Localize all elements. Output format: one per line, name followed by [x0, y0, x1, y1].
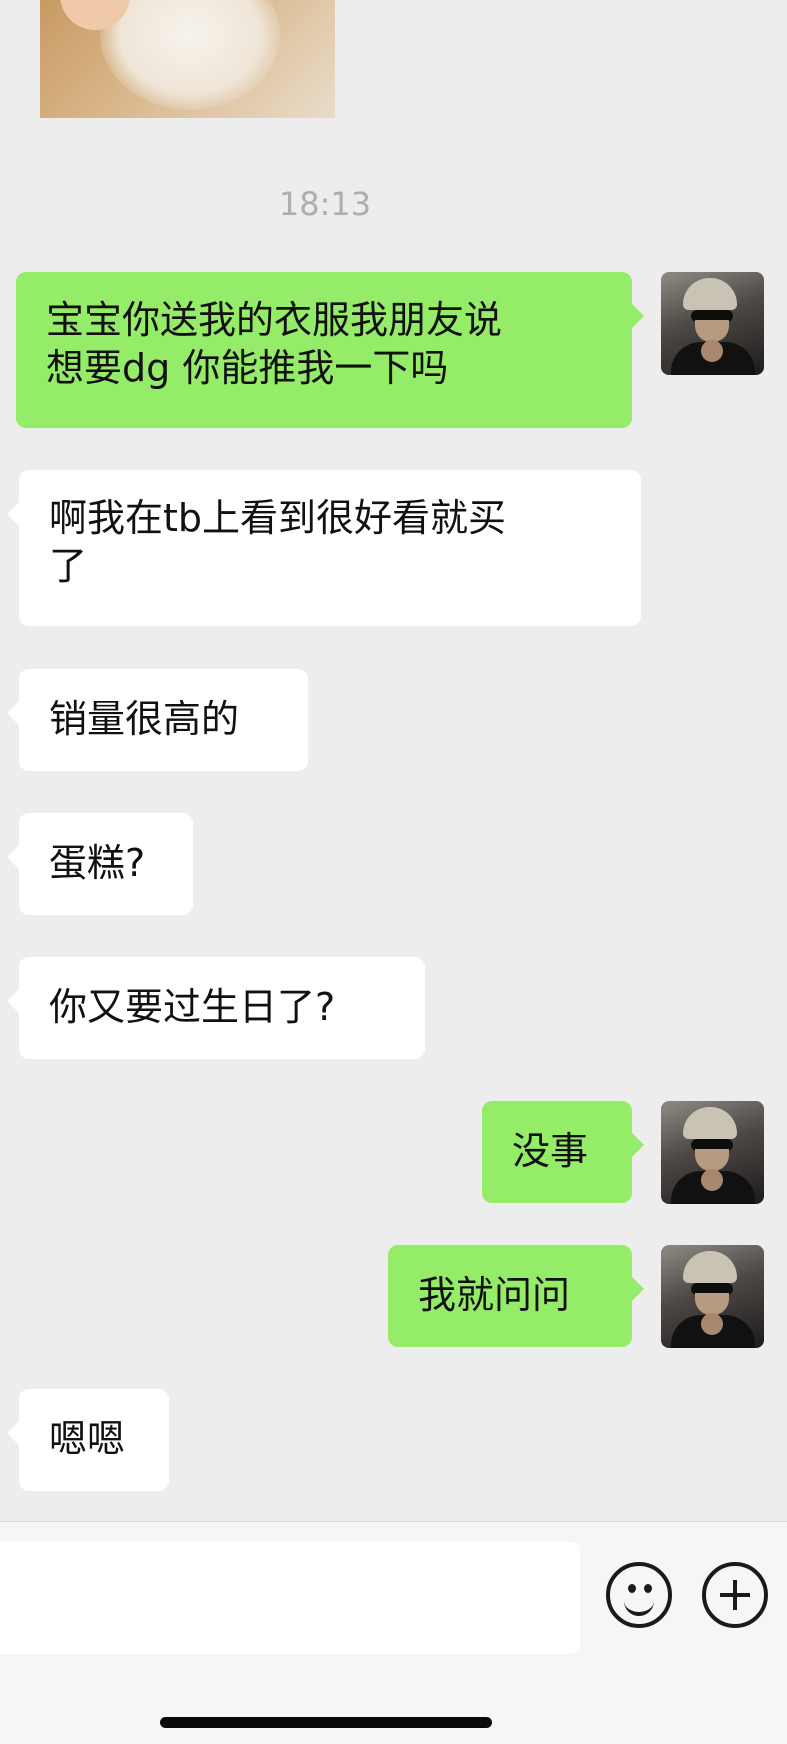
chat-input-bar — [0, 1521, 787, 1744]
self-avatar[interactable] — [661, 272, 764, 375]
message-bubble-outgoing[interactable]: 宝宝你送我的衣服我朋友说 想要dg 你能推我一下吗 — [16, 272, 644, 428]
sticker-image[interactable] — [40, 0, 335, 118]
message-bubble-incoming[interactable]: 蛋糕? — [7, 813, 193, 915]
message-bubble-incoming[interactable]: 啊我在tb上看到很好看就买 了 — [7, 470, 641, 626]
message-bubble-incoming[interactable]: 嗯嗯 — [7, 1389, 169, 1491]
message-timestamp: 18:13 — [278, 185, 372, 223]
message-input[interactable] — [0, 1542, 580, 1654]
self-avatar[interactable] — [661, 1101, 764, 1204]
message-bubble-incoming[interactable]: 销量很高的 — [7, 669, 308, 771]
message-bubble-outgoing[interactable]: 没事 — [482, 1101, 644, 1203]
smiley-icon[interactable] — [606, 1562, 672, 1628]
sticker-fur — [100, 0, 280, 110]
message-bubble-outgoing[interactable]: 我就问问 — [388, 1245, 644, 1347]
plus-circle-icon[interactable] — [702, 1562, 768, 1628]
self-avatar[interactable] — [661, 1245, 764, 1348]
home-indicator[interactable] — [160, 1717, 492, 1728]
message-bubble-incoming[interactable]: 你又要过生日了? — [7, 957, 425, 1059]
